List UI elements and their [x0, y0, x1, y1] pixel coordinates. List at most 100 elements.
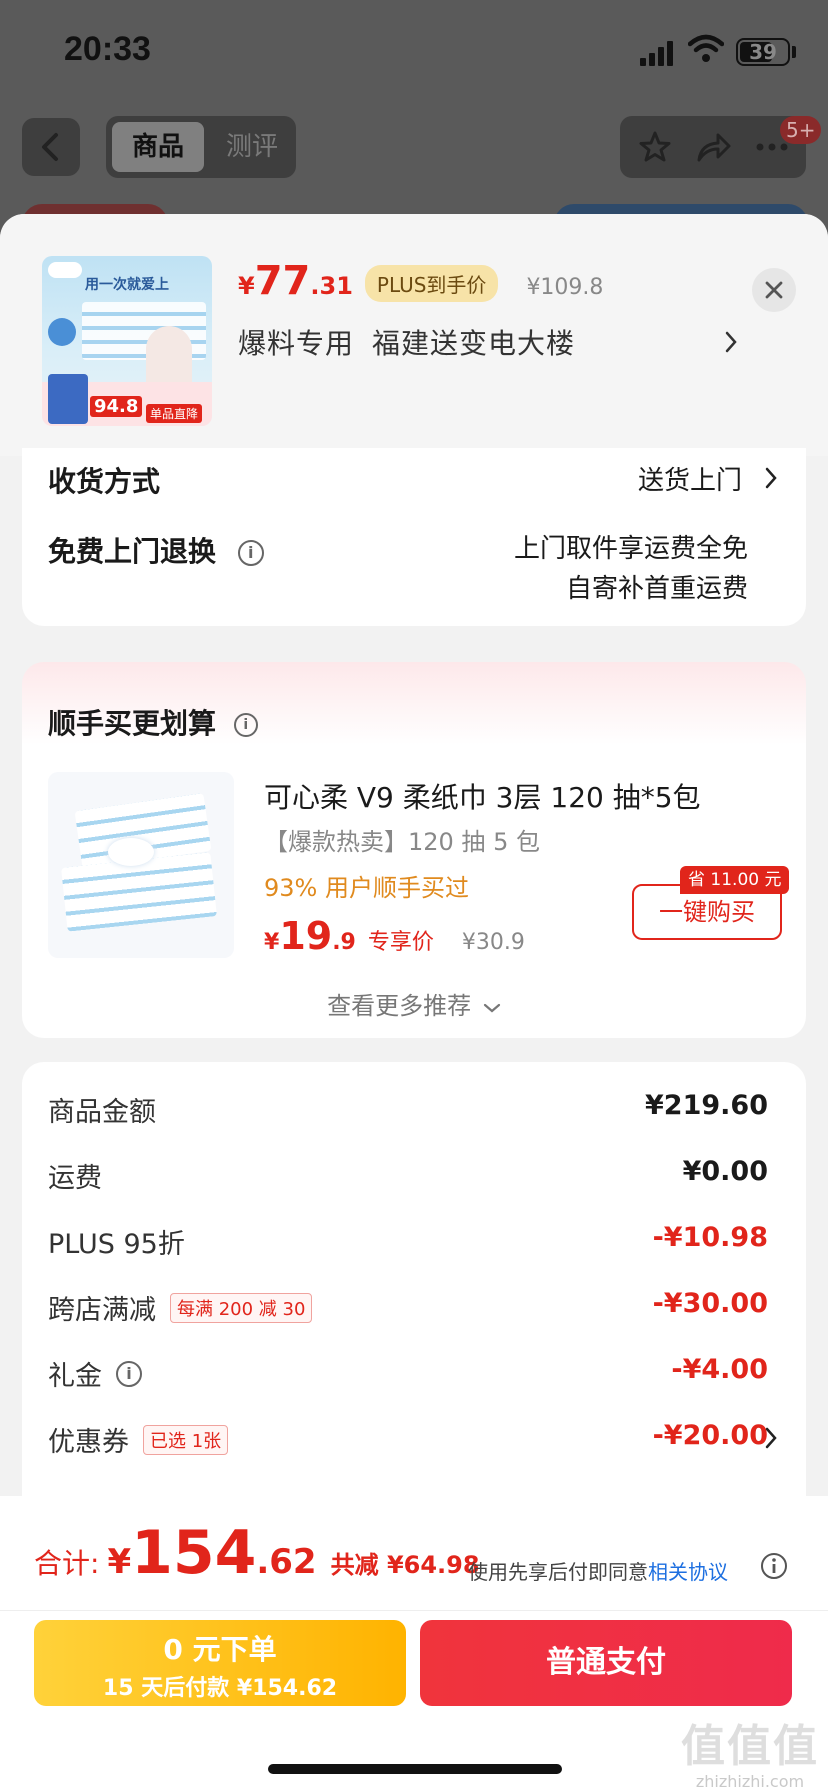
pay-button[interactable]: 普通支付 [420, 1620, 792, 1706]
more-icon[interactable] [756, 142, 788, 152]
more-recommend-link[interactable]: 查看更多推荐 [22, 986, 806, 1021]
nav-actions [620, 116, 806, 178]
agreement-prefix: 使用先享后付即同意 [468, 1560, 648, 1584]
info-icon[interactable]: i [233, 713, 258, 737]
message-badge: 5+ [780, 116, 822, 144]
fee-label: 运费 [48, 1163, 102, 1194]
fee-value: -¥4.00 [671, 1354, 768, 1385]
chevron-right-icon[interactable] [764, 466, 778, 490]
info-icon[interactable]: i [116, 1360, 142, 1387]
recommend-price-integer: 19 [279, 914, 333, 958]
fee-label-text: 优惠券 [48, 1427, 129, 1458]
pay-later-sub: 15 天后付款 ¥154.62 [102, 1676, 338, 1701]
fee-row-gift: 礼金 i -¥4.00 [48, 1354, 768, 1394]
product-price: ¥ 77 .31 PLUS到手价 ¥109.8 [238, 258, 603, 308]
price-currency: ¥ [238, 272, 255, 300]
fee-label: 跨店满减 每满 200 减 30 [48, 1288, 313, 1327]
fee-row-subtotal: 商品金额 ¥219.60 [48, 1090, 768, 1130]
original-price: ¥109.8 [526, 275, 604, 300]
fee-value: ¥0.00 [682, 1156, 768, 1187]
fee-label-text: 跨店满减 [48, 1295, 156, 1326]
thumb-slogan: 用一次就爱上 [85, 277, 169, 293]
watermark-logo: 值值值 [681, 1721, 819, 1772]
fee-row-coupon[interactable]: 优惠券 已选 1张 -¥20.00 [48, 1420, 768, 1460]
total-label: 合计: [34, 1547, 100, 1580]
recommend-price-currency: ¥ [264, 930, 280, 955]
recommend-title-text: 顺手买更划算 [48, 707, 217, 740]
recommend-price: ¥ 19 .9 专享价 ¥30.9 [264, 914, 525, 958]
back-button[interactable] [22, 118, 80, 176]
price-integer: 77 [254, 258, 311, 304]
delivery-method-value[interactable]: 送货上门 [638, 460, 742, 497]
watermark-url: zhizhizhi.com [695, 1772, 805, 1791]
recommend-price-decimal: .9 [332, 930, 356, 955]
recommend-original-price: ¥30.9 [461, 930, 525, 955]
fee-label-text: 礼金 [48, 1361, 102, 1392]
chevron-right-icon[interactable] [724, 330, 738, 354]
close-icon [765, 281, 783, 299]
divider [0, 1610, 828, 1611]
tab-product[interactable]: 商品 [112, 122, 204, 172]
more-recommend-text: 查看更多推荐 [327, 992, 472, 1020]
checkout-bar: 合计: ¥ 154 .62 共减 ¥64.98 使用先享后付即同意相关协议 0 … [0, 1496, 828, 1792]
recommend-product-image[interactable] [48, 772, 234, 958]
agreement-text: 使用先享后付即同意相关协议 [468, 1556, 728, 1585]
fee-row-shipping: 运费 ¥0.00 [48, 1156, 768, 1196]
free-return-text: 免费上门退换 [48, 535, 217, 568]
thumb-badge [48, 318, 76, 346]
save-badge: 省 11.00 元 [680, 866, 790, 894]
delivery-method-label: 收货方式 [48, 465, 161, 498]
home-indicator[interactable] [268, 1764, 562, 1774]
thumb-promo-badge [48, 374, 88, 424]
fee-row-plus-discount: PLUS 95折 -¥10.98 [48, 1222, 768, 1262]
chevron-right-icon[interactable] [764, 1426, 778, 1450]
fee-value: -¥20.00 [652, 1420, 768, 1451]
status-time: 20:33 [64, 30, 151, 68]
total-integer: 154 [131, 1518, 257, 1588]
recommend-product-name[interactable]: 可心柔 V9 柔纸巾 3层 120 抽*5包 [264, 776, 701, 816]
fee-value: -¥30.00 [652, 1288, 768, 1319]
info-icon[interactable]: i [237, 540, 264, 566]
pay-later-button[interactable]: 0 元下单 15 天后付款 ¥154.62 [34, 1620, 406, 1706]
thumb-model [146, 326, 192, 382]
fee-label: 礼金 i [48, 1354, 142, 1393]
fee-label: 优惠券 已选 1张 [48, 1420, 229, 1459]
plus-price-tag: PLUS到手价 [364, 264, 499, 302]
tab-review[interactable]: 测评 [214, 122, 290, 172]
signal-icon [640, 40, 674, 66]
promo-tag: 每满 200 减 30 [170, 1292, 313, 1323]
agreement-link[interactable]: 相关协议 [648, 1560, 728, 1584]
order-total: 合计: ¥ 154 .62 共减 ¥64.98 [34, 1518, 480, 1588]
coupon-tag: 已选 1张 [143, 1424, 229, 1455]
delivery-card: 收货方式 送货上门 免费上门退换 i 上门取件享运费全免 自寄补首重运费 [22, 448, 806, 626]
free-return-label: 免费上门退换 i [48, 530, 264, 570]
chevron-down-icon [483, 1003, 500, 1013]
thumb-cta: 单品直降 [146, 404, 203, 423]
pay-later-title: 0 元下单 [163, 1633, 277, 1666]
recommend-price-tag: 专享价 [367, 930, 434, 955]
battery-tip [792, 46, 796, 58]
free-return-line1: 上门取件享运费全免 [513, 534, 748, 564]
delivery-address[interactable]: 爆料专用 福建送变电大楼 [238, 322, 593, 362]
recommend-title: 顺手买更划算 i [48, 702, 258, 742]
fee-label: PLUS 95折 [48, 1229, 185, 1260]
info-icon[interactable] [760, 1552, 788, 1580]
total-currency: ¥ [107, 1542, 132, 1582]
price-decimal: .31 [310, 272, 353, 300]
address-tag: 爆料专用 [238, 327, 355, 360]
address-text: 福建送变电大楼 [372, 327, 576, 360]
close-button[interactable] [752, 268, 796, 312]
sheet-header: 用一次就爱上 94.8 单品直降 ¥ 77 .31 PLUS到手价 ¥109.8… [0, 214, 828, 456]
fee-value: ¥219.60 [645, 1090, 768, 1121]
recommend-card: 顺手买更划算 i 可心柔 V9 柔纸巾 3层 120 抽*5包 【爆款热卖】12… [22, 662, 806, 1038]
star-icon[interactable] [638, 130, 672, 164]
fee-value: -¥10.98 [652, 1222, 768, 1253]
share-icon[interactable] [696, 130, 732, 164]
tab-switcher: 商品 测评 [106, 116, 296, 178]
fee-row-cross-store: 跨店满减 每满 200 减 30 -¥30.00 [48, 1288, 768, 1328]
status-bar: 20:33 39 [0, 0, 828, 100]
wifi-icon [688, 34, 724, 62]
recommend-stat: 93% 用户顺手买过 [264, 874, 469, 902]
product-thumbnail[interactable]: 用一次就爱上 94.8 单品直降 [42, 256, 212, 426]
tissue-sheet-illustration [108, 838, 154, 866]
